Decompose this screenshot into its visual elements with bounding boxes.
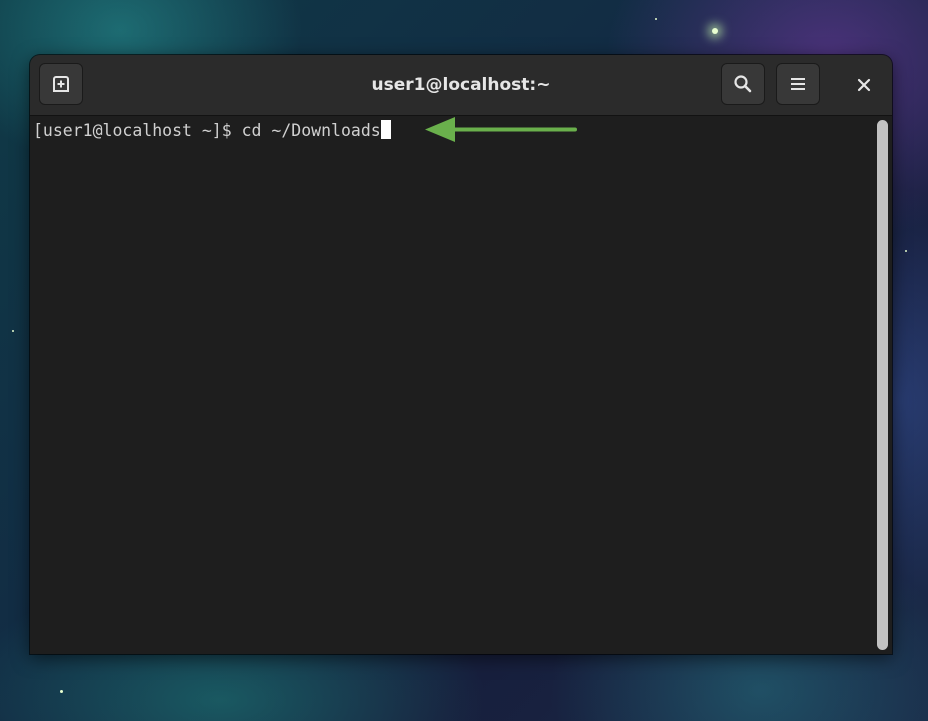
background-star bbox=[60, 690, 63, 693]
text-cursor bbox=[380, 120, 391, 139]
close-button[interactable] bbox=[848, 69, 880, 101]
search-icon bbox=[734, 75, 752, 93]
typed-command: cd ~/Downloads bbox=[241, 121, 381, 140]
shell-prompt: [user1@localhost ~]$ bbox=[33, 121, 242, 140]
background-star bbox=[712, 28, 718, 34]
terminal-window: user1@localhost:~ [user1@localhost ~]$ c… bbox=[30, 55, 892, 654]
headerbar: user1@localhost:~ bbox=[30, 55, 892, 116]
background-star bbox=[905, 250, 907, 252]
terminal-area[interactable]: [user1@localhost ~]$ cd ~/Downloads bbox=[30, 116, 892, 654]
annotation-arrow-icon bbox=[425, 117, 577, 142]
search-button[interactable] bbox=[721, 63, 765, 105]
background-star bbox=[12, 330, 14, 332]
new-tab-icon bbox=[53, 76, 69, 92]
terminal-line: [user1@localhost ~]$ cd ~/Downloads bbox=[33, 120, 391, 141]
new-tab-button[interactable] bbox=[39, 63, 83, 105]
close-icon bbox=[857, 78, 871, 92]
background-star bbox=[655, 18, 657, 20]
hamburger-menu-icon bbox=[791, 78, 805, 90]
menu-button[interactable] bbox=[776, 63, 820, 105]
scrollbar[interactable] bbox=[877, 120, 888, 650]
